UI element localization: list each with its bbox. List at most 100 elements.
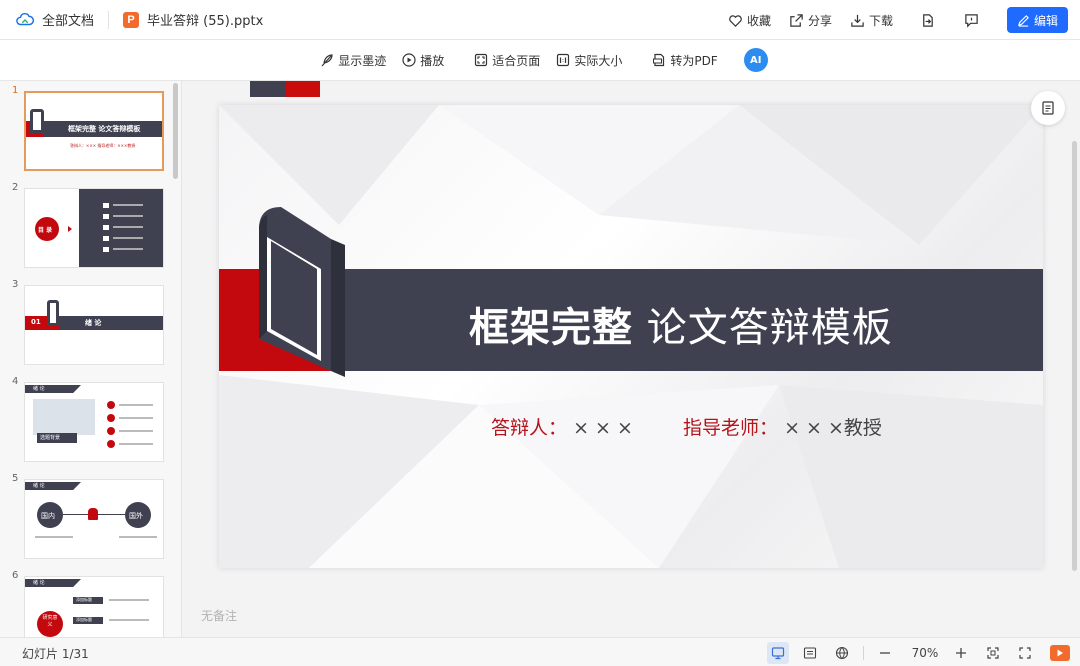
show-ink-button[interactable]: 显示墨迹 xyxy=(320,52,386,69)
slide-thumbnail-panel: 1 框架完整 论文答辩模板 答辩人：××× 指导老师：×××教授 2 目 录 3… xyxy=(0,81,182,637)
thumbnail-title: 目 录 xyxy=(38,227,53,234)
download-icon xyxy=(851,14,864,27)
slide-title-light: 论文答辩模板 xyxy=(646,305,893,351)
thumbnail-box-label: 选题背景 xyxy=(40,435,61,441)
edit-label: 编辑 xyxy=(1033,13,1058,28)
thumbnail-row-6: 6 绪 论 研究意义 添加标题 添加标题 xyxy=(0,568,181,637)
thumbnail-row-3: 3 01 绪 论 xyxy=(0,277,181,365)
thumbnail-header: 绪 论 xyxy=(33,386,45,392)
one-to-one-icon xyxy=(557,53,570,67)
zoom-out-button[interactable] xyxy=(874,642,896,664)
all-docs-link[interactable]: 全部文档 xyxy=(42,10,94,29)
actual-size-label: 实际大小 xyxy=(574,53,623,68)
slide-canvas: 框架完整 论文答辩模板 答辩人： × × × 指导老师： × × ×教授 无备注 xyxy=(182,81,1080,637)
thumbnail-number: 5 xyxy=(12,473,19,484)
actual-size-button[interactable]: 实际大小 xyxy=(556,52,622,69)
play-button[interactable]: 播放 xyxy=(402,52,444,69)
slide-thumbnail-5[interactable]: 绪 论 国内 国外 xyxy=(24,479,164,559)
thumbnail-tag: 01 xyxy=(31,318,41,326)
globe-icon xyxy=(835,646,849,659)
favorite-label: 收藏 xyxy=(746,13,771,28)
presenter-label: 答辩人： xyxy=(491,417,568,439)
slide-thumbnail-6[interactable]: 绪 论 研究意义 添加标题 添加标题 xyxy=(24,576,164,637)
thumbnail-number: 1 xyxy=(12,85,19,96)
normal-view-button[interactable] xyxy=(767,641,789,664)
comment-icon xyxy=(965,13,979,28)
web-view-button[interactable] xyxy=(831,642,853,664)
fullscreen-icon xyxy=(1019,646,1031,659)
feather-icon xyxy=(321,54,333,67)
zoom-level[interactable]: 70% xyxy=(910,646,940,660)
fullscreen-button[interactable] xyxy=(1014,642,1036,664)
slideshow-button[interactable] xyxy=(1050,644,1070,661)
fit-window-button[interactable] xyxy=(982,642,1004,664)
thumbnail-row-4: 4 绪 论 选题背景 xyxy=(0,374,181,462)
plus-icon xyxy=(956,647,966,658)
notes-view-button[interactable] xyxy=(799,642,821,664)
convert-to-pdf-label: 转为PDF xyxy=(670,53,718,68)
thumbnail-title: 绪 论 xyxy=(85,319,102,327)
thumbnail-title: 框架完整 论文答辩模板 xyxy=(68,125,141,133)
comment-button[interactable] xyxy=(963,11,981,29)
thumbnail-number: 4 xyxy=(12,376,19,387)
slide-view-icon xyxy=(771,646,785,659)
export-icon xyxy=(923,13,934,27)
thumbnail-button-2: 添加标题 xyxy=(76,617,92,622)
divider xyxy=(108,10,110,29)
share-label: 分享 xyxy=(807,13,832,28)
thumbnail-row-5: 5 绪 论 国内 国外 xyxy=(0,471,181,559)
open-in-app-button[interactable] xyxy=(919,11,937,29)
cloud-icon xyxy=(16,12,34,25)
pptx-file-icon: P xyxy=(123,11,140,28)
thumbnail-left-label: 国内 xyxy=(41,512,55,520)
file-name: 毕业答辩 (55).pptx xyxy=(147,14,264,29)
notes-toggle-button[interactable] xyxy=(1031,91,1065,125)
slide-thumbnail-1[interactable]: 框架完整 论文答辩模板 答辩人：××× 指导老师：×××教授 xyxy=(24,91,164,171)
slide-thumbnail-2[interactable]: 目 录 xyxy=(24,188,164,268)
presenter-value: × × × xyxy=(573,417,633,439)
thumbnail-right-label: 国外 xyxy=(129,512,143,520)
minus-icon xyxy=(880,651,890,654)
slide-thumbnail-3[interactable]: 01 绪 论 xyxy=(24,285,164,365)
fit-icon xyxy=(987,646,999,659)
ai-assistant-button[interactable]: AI xyxy=(743,48,768,72)
play-icon xyxy=(1057,649,1063,656)
notes-icon xyxy=(803,646,817,659)
slide-thumbnail-4[interactable]: 绪 论 选题背景 xyxy=(24,382,164,462)
pdf-icon xyxy=(653,53,665,67)
current-slide[interactable]: 框架完整 论文答辩模板 答辩人： × × × 指导老师： × × ×教授 xyxy=(219,105,1043,568)
slide-title: 框架完整 论文答辩模板 xyxy=(469,295,893,353)
share-icon xyxy=(790,13,803,27)
previous-slide-edge xyxy=(250,81,320,97)
pencil-icon xyxy=(1017,14,1029,27)
slide-counter: 幻灯片 1/31 xyxy=(22,647,89,661)
document-list-icon xyxy=(1042,101,1054,115)
advisor-value: × × ×教授 xyxy=(784,417,882,439)
thumbnail-header: 绪 论 xyxy=(33,580,45,586)
download-button[interactable]: 下载 xyxy=(850,12,893,29)
heart-icon xyxy=(729,14,742,27)
thumbnail-number: 6 xyxy=(12,570,19,581)
fit-page-icon xyxy=(475,53,488,67)
thumbnail-number: 2 xyxy=(12,182,19,193)
play-label: 播放 xyxy=(420,53,445,68)
zoom-in-button[interactable] xyxy=(950,642,972,664)
presenter-line: 答辩人： × × × xyxy=(491,413,633,440)
favorite-button[interactable]: 收藏 xyxy=(728,12,771,29)
convert-to-pdf-button[interactable]: 转为PDF xyxy=(652,52,718,69)
speaker-notes[interactable]: 无备注 xyxy=(201,607,237,624)
thumbnail-button-1: 添加标题 xyxy=(76,597,92,602)
fit-page-button[interactable]: 适合页面 xyxy=(474,52,540,69)
top-bar: 全部文档 P 毕业答辩 (55).pptx 收藏 分享 下载 编辑 xyxy=(0,0,1080,40)
thumbnail-circle-label: 研究意义 xyxy=(42,615,58,628)
share-button[interactable]: 分享 xyxy=(789,12,832,29)
fit-page-label: 适合页面 xyxy=(492,53,541,68)
advisor-label: 指导老师： xyxy=(683,417,779,439)
play-circle-icon xyxy=(402,53,416,67)
canvas-scrollbar[interactable] xyxy=(1072,141,1077,571)
thumbnail-header: 绪 论 xyxy=(33,483,45,489)
thumbnail-row-1: 1 框架完整 论文答辩模板 答辩人：××× 指导老师：×××教授 xyxy=(0,83,181,171)
divider xyxy=(863,645,864,660)
book-icon xyxy=(259,207,345,377)
edit-button[interactable]: 编辑 xyxy=(1006,7,1068,33)
